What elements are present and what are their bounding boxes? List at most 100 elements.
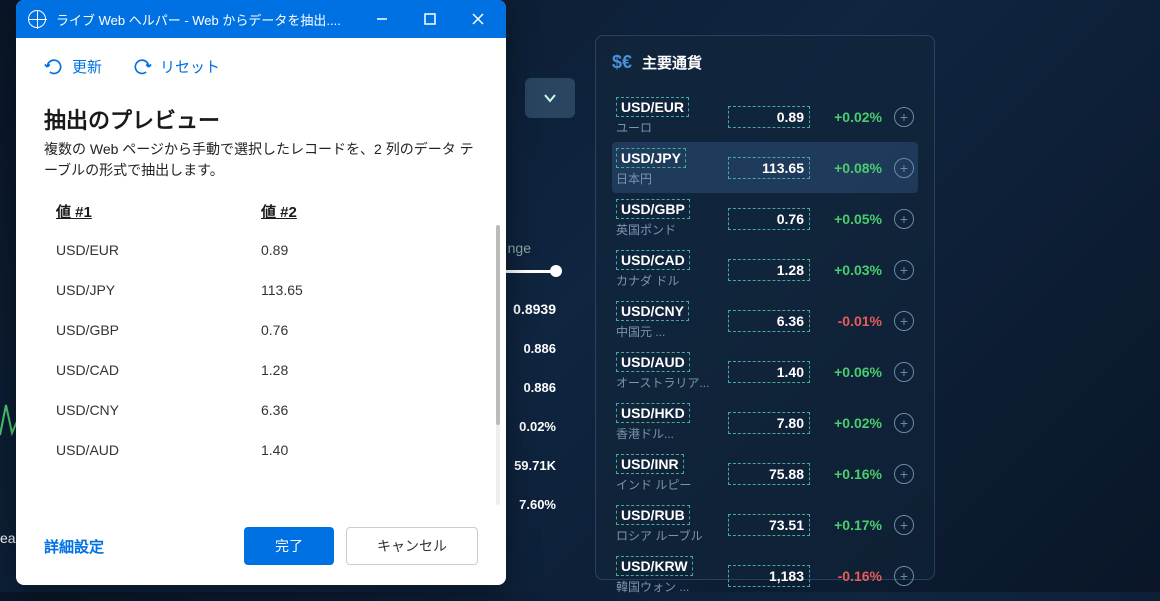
column-header-2[interactable]: 値 #2 — [261, 201, 466, 222]
currency-pair: USD/INR — [616, 454, 684, 474]
currency-row[interactable]: USD/HKD 香港ドル... 7.80 +0.02% + — [612, 397, 918, 448]
add-icon[interactable]: + — [894, 209, 914, 229]
minimize-button[interactable] — [358, 0, 406, 38]
data-table: 値 #1 値 #2 USD/EUR 0.89 USD/JPY 113.65 US… — [44, 201, 478, 507]
table-row[interactable]: USD/GBP 0.76 — [44, 310, 478, 350]
currency-row[interactable]: USD/AUD オーストラリア... 1.40 +0.06% + — [612, 346, 918, 397]
currency-name: 韓国ウォン ... — [616, 578, 728, 595]
currency-row[interactable]: USD/KRW 韓国ウォン ... 1,183 -0.16% + — [612, 550, 918, 601]
table-row[interactable]: USD/CNY 6.36 — [44, 390, 478, 430]
close-button[interactable] — [454, 0, 502, 38]
table-row[interactable]: USD/CAD 1.28 — [44, 350, 478, 390]
add-icon[interactable]: + — [894, 107, 914, 127]
cell-value-2: 1.40 — [261, 442, 466, 458]
panel-title: 主要通貨 — [642, 52, 702, 73]
currency-row[interactable]: USD/CAD カナダ ドル 1.28 +0.03% + — [612, 244, 918, 295]
currency-row[interactable]: USD/GBP 英国ポンド 0.76 +0.05% + — [612, 193, 918, 244]
currency-change: +0.08% — [822, 160, 882, 176]
dialog-title: ライブ Web ヘルパー - Web からデータを抽出.... — [56, 10, 358, 29]
currency-change: +0.17% — [822, 517, 882, 533]
add-icon[interactable]: + — [894, 413, 914, 433]
currency-pair: USD/AUD — [616, 352, 690, 372]
currency-name: 香港ドル... — [616, 425, 728, 442]
globe-icon — [28, 10, 46, 28]
currency-rate: 1.28 — [728, 259, 810, 281]
currency-name: ロシア ルーブル — [616, 527, 728, 544]
currency-rate: 0.76 — [728, 208, 810, 230]
dialog-body: 抽出のプレビュー 複数の Web ページから手動で選択したレコードを、2 列のデ… — [16, 85, 506, 515]
currency-change: +0.02% — [822, 109, 882, 125]
currency-row[interactable]: USD/INR インド ルピー 75.88 +0.16% + — [612, 448, 918, 499]
cancel-button[interactable]: キャンセル — [346, 527, 478, 565]
currency-panel: $€ 主要通貨 USD/EUR ユーロ 0.89 +0.02% + USD/JP… — [595, 35, 935, 580]
column-header-1[interactable]: 値 #1 — [56, 201, 261, 222]
currency-change: +0.06% — [822, 364, 882, 380]
currency-pair: USD/RUB — [616, 505, 690, 525]
currency-change: +0.03% — [822, 262, 882, 278]
dialog-toolbar: 更新 リセット — [16, 38, 506, 85]
reset-button[interactable]: リセット — [132, 56, 220, 77]
table-row[interactable]: USD/JPY 113.65 — [44, 270, 478, 310]
done-button[interactable]: 完了 — [244, 527, 334, 565]
currency-pair: USD/HKD — [616, 403, 690, 423]
currency-row[interactable]: USD/EUR ユーロ 0.89 +0.02% + — [612, 91, 918, 142]
cell-value-2: 0.76 — [261, 322, 466, 338]
cell-value-1: USD/GBP — [56, 322, 261, 338]
currency-row[interactable]: USD/JPY 日本円 113.65 +0.08% + — [612, 142, 918, 193]
table-row[interactable]: USD/EUR 0.89 — [44, 230, 478, 270]
cell-value-2: 113.65 — [261, 282, 466, 298]
currency-change: +0.02% — [822, 415, 882, 431]
cell-value-1: USD/CAD — [56, 362, 261, 378]
cell-value-1: USD/EUR — [56, 242, 261, 258]
scrollbar-thumb[interactable] — [496, 225, 500, 425]
dialog-footer: 詳細設定 完了 キャンセル — [16, 515, 506, 585]
currency-rate: 1,183 — [728, 565, 810, 587]
currency-pair: USD/CAD — [616, 250, 690, 270]
dropdown-chevron[interactable] — [525, 78, 575, 118]
currency-rate: 1.40 — [728, 361, 810, 383]
preview-description: 複数の Web ページから手動で選択したレコードを、2 列のデータ テーブルの形… — [44, 139, 478, 181]
table-header: 値 #1 値 #2 — [44, 201, 478, 230]
currency-change: +0.05% — [822, 211, 882, 227]
add-icon[interactable]: + — [894, 311, 914, 331]
cell-value-2: 0.89 — [261, 242, 466, 258]
currency-name: カナダ ドル — [616, 272, 728, 289]
cell-value-1: USD/JPY — [56, 282, 261, 298]
currency-change: -0.01% — [822, 313, 882, 329]
currency-name: 中国元 ... — [616, 323, 728, 340]
currency-rate: 6.36 — [728, 310, 810, 332]
currency-rate: 113.65 — [728, 157, 810, 179]
currency-name: インド ルピー — [616, 476, 728, 493]
advanced-settings-link[interactable]: 詳細設定 — [44, 536, 104, 557]
add-icon[interactable]: + — [894, 158, 914, 178]
scrollbar[interactable] — [496, 225, 500, 505]
add-icon[interactable]: + — [894, 362, 914, 382]
currency-name: ユーロ — [616, 119, 728, 136]
add-icon[interactable]: + — [894, 464, 914, 484]
maximize-button[interactable] — [406, 0, 454, 38]
add-icon[interactable]: + — [894, 515, 914, 535]
currency-row[interactable]: USD/RUB ロシア ルーブル 73.51 +0.17% + — [612, 499, 918, 550]
bg-text: ea — [0, 530, 16, 546]
currency-pair: USD/EUR — [616, 97, 689, 117]
currency-rate: 7.80 — [728, 412, 810, 434]
refresh-button[interactable]: 更新 — [44, 56, 102, 77]
cell-value-1: USD/AUD — [56, 442, 261, 458]
table-row[interactable]: USD/AUD 1.40 — [44, 430, 478, 470]
currency-rate: 73.51 — [728, 514, 810, 536]
currency-icon: $€ — [612, 52, 632, 73]
currency-name: 英国ポンド — [616, 221, 728, 238]
currency-pair: USD/KRW — [616, 556, 693, 576]
currency-pair: USD/GBP — [616, 199, 690, 219]
currency-name: 日本円 — [616, 170, 728, 187]
add-icon[interactable]: + — [894, 566, 914, 586]
add-icon[interactable]: + — [894, 260, 914, 280]
currency-rate: 75.88 — [728, 463, 810, 485]
panel-header: $€ 主要通貨 — [612, 52, 918, 73]
reset-label: リセット — [160, 56, 220, 77]
currency-pair: USD/JPY — [616, 148, 686, 168]
cell-value-2: 6.36 — [261, 402, 466, 418]
currency-row[interactable]: USD/CNY 中国元 ... 6.36 -0.01% + — [612, 295, 918, 346]
currency-rate: 0.89 — [728, 106, 810, 128]
preview-title: 抽出のプレビュー — [44, 103, 478, 135]
